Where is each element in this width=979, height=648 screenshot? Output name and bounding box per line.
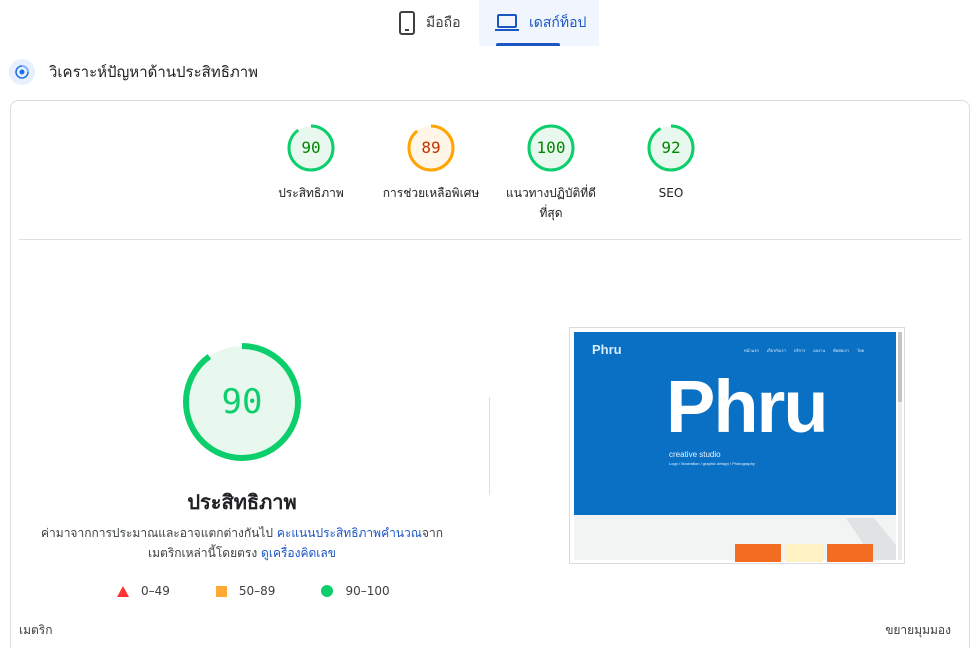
gauge-label: ประสิทธิภาพ: [278, 186, 344, 200]
screenshot-hero: Phru หน้าแรก เกี่ยวกับเรา บริการ ผลงาน ต…: [574, 332, 896, 515]
gauge-accessibility[interactable]: 89 การช่วยเหลือพิเศษ: [371, 123, 491, 203]
metrics-heading: เมตริก: [19, 623, 53, 637]
main-gauge-score: 90: [221, 382, 263, 422]
site-card: [785, 544, 823, 562]
gauge-score: 92: [661, 138, 681, 157]
gauge-performance[interactable]: 90 ประสิทธิภาพ: [251, 123, 371, 203]
screenshot-scrollbar: [898, 332, 902, 560]
summary-gauges: 90 ประสิทธิภาพ 89 การช่วยเหลือพิเศษ 100: [11, 123, 971, 233]
report-card: 90 ประสิทธิภาพ 89 การช่วยเหลือพิเศษ 100: [10, 100, 970, 648]
gauge-score: 100: [536, 138, 566, 157]
legend-average: 50–89: [215, 584, 276, 598]
gauge-score: 89: [421, 138, 441, 157]
gauge-ring: 92: [646, 123, 696, 173]
smartphone-icon: [399, 11, 415, 35]
legend-average-label: 50–89: [238, 584, 276, 598]
site-nav-item: ติดต่อเรา: [833, 348, 850, 353]
gauge-label: การช่วยเหลือพิเศษ: [382, 186, 480, 200]
gauge-score: 90: [301, 138, 321, 157]
gauge-seo[interactable]: 92 SEO: [611, 123, 731, 203]
expand-view-toggle[interactable]: ขยายมุมมอง: [885, 621, 951, 640]
calculator-link[interactable]: ดูเครื่องคิดเลข: [261, 546, 336, 560]
active-tab-indicator: [496, 43, 560, 46]
section-header: วิเคราะห์ปัญหาด้านประสิทธิภาพ: [9, 58, 258, 86]
site-nav: หน้าแรก เกี่ยวกับเรา บริการ ผลงาน ติดต่อ…: [744, 347, 864, 354]
tab-mobile[interactable]: มือถือ: [388, 0, 478, 46]
green-circle-icon: [321, 585, 334, 597]
tab-desktop[interactable]: เดสก์ท็อป: [479, 0, 599, 46]
final-screenshot[interactable]: Phru หน้าแรก เกี่ยวกับเรา บริการ ผลงาน ต…: [569, 327, 905, 564]
main-gauge-title: ประสิทธิภาพ: [187, 490, 297, 514]
site-nav-item: หน้าแรก: [744, 348, 759, 353]
vertical-divider: [489, 397, 490, 495]
gauge-ring: 100: [526, 123, 576, 173]
gauge-label: SEO: [658, 186, 684, 200]
gauge-ring: 90: [286, 123, 336, 173]
site-subline: Logo / Illustration / graphic design / P…: [669, 461, 755, 466]
site-nav-item: ผลงาน: [813, 348, 826, 353]
main-performance-gauge: 90: [181, 341, 303, 463]
gauge-label: แนวทางปฏิบัติที่ดีที่สุด: [506, 186, 596, 220]
gauge-best-practices[interactable]: 100 แนวทางปฏิบัติที่ดีที่สุด: [491, 123, 611, 223]
performance-diagnose-icon: [9, 59, 35, 85]
score-legend: 0–49 50–89 90–100: [117, 583, 436, 599]
site-nav-item: บริการ: [793, 348, 806, 353]
orange-square-icon: [215, 585, 227, 597]
device-tabs: มือถือ เดสก์ท็อป: [0, 0, 979, 46]
site-card: [827, 544, 873, 562]
site-nav-item: เกี่ยวกับเรา: [766, 348, 786, 353]
scrollbar-thumb: [898, 332, 902, 402]
legend-fail: 0–49: [117, 584, 170, 598]
divider: [19, 239, 961, 240]
site-hero-logo: Phru: [666, 365, 829, 448]
site-tagline: creative studio: [669, 450, 721, 459]
site-card: [735, 544, 781, 562]
site-logo: Phru: [592, 342, 622, 357]
legend-pass-label: 90–100: [345, 584, 390, 598]
legend-pass: 90–100: [321, 584, 390, 598]
tab-desktop-label: เดสก์ท็อป: [529, 15, 587, 31]
laptop-icon: [495, 14, 519, 31]
legend-fail-label: 0–49: [141, 584, 170, 598]
section-title: วิเคราะห์ปัญหาด้านประสิทธิภาพ: [49, 63, 259, 81]
site-nav-item: ไทย: [857, 348, 865, 353]
description-text: ค่ามาจากการประมาณและอาจแตกต่างกันไป: [41, 526, 277, 540]
red-triangle-icon: [117, 585, 129, 597]
score-calculation-link[interactable]: คะแนนประสิทธิภาพคำนวณ: [277, 526, 422, 540]
tab-mobile-label: มือถือ: [426, 15, 461, 31]
score-description: ค่ามาจากการประมาณและอาจแตกต่างกันไป คะแน…: [41, 523, 443, 563]
gauge-ring: 89: [406, 123, 456, 173]
